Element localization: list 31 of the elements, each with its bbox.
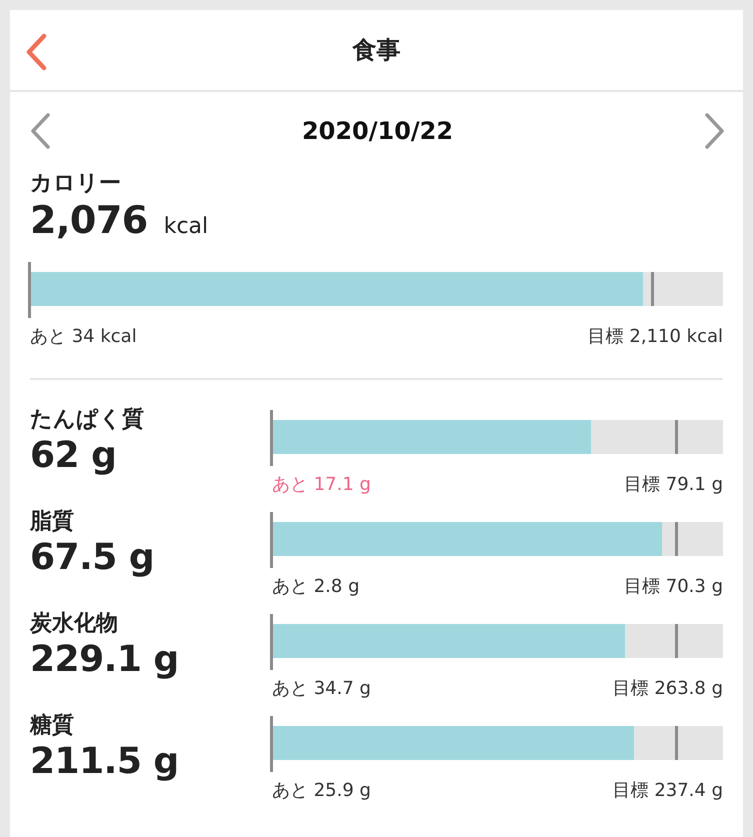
nutrient-value: 67.5 g (30, 536, 156, 580)
nutrient-label: たんぱく質 (30, 406, 145, 434)
goal-text: 目標 79.1 g (624, 473, 723, 496)
remaining-text: あと 17.1 g (272, 473, 371, 496)
start-tick (270, 614, 273, 670)
nutrient-value: 62 g (30, 434, 118, 478)
start-tick (270, 410, 273, 466)
remaining-text: あと 34.7 g (272, 677, 371, 700)
start-tick (270, 716, 273, 772)
calorie-label: カロリー (30, 170, 122, 198)
remaining-text: あと 25.9 g (272, 779, 371, 802)
date-label: 2020/10/22 (302, 117, 454, 145)
nutrient-value: 211.5 g (30, 740, 180, 784)
nutrient-label: 糖質 (30, 712, 75, 740)
goal-text: 目標 237.4 g (612, 779, 723, 802)
chevron-right-icon (704, 112, 726, 150)
remaining-text: あと 34 kcal (30, 325, 137, 348)
calorie-value: 2,076 (30, 198, 148, 242)
chevron-left-icon (29, 112, 51, 150)
back-icon (25, 33, 47, 71)
nutrient-label: 炭水化物 (30, 610, 119, 638)
goal-text: 目標 2,110 kcal (588, 325, 723, 348)
start-tick (28, 262, 31, 318)
goal-text: 目標 70.3 g (624, 575, 723, 598)
calorie-unit: kcal (164, 214, 208, 239)
goal-text: 目標 263.8 g (612, 677, 723, 700)
start-tick (270, 512, 273, 568)
page-title: 食事 (352, 35, 400, 66)
nutrient-label: 脂質 (30, 508, 75, 536)
remaining-text: あと 2.8 g (272, 575, 360, 598)
nutrient-value: 229.1 g (30, 638, 180, 682)
